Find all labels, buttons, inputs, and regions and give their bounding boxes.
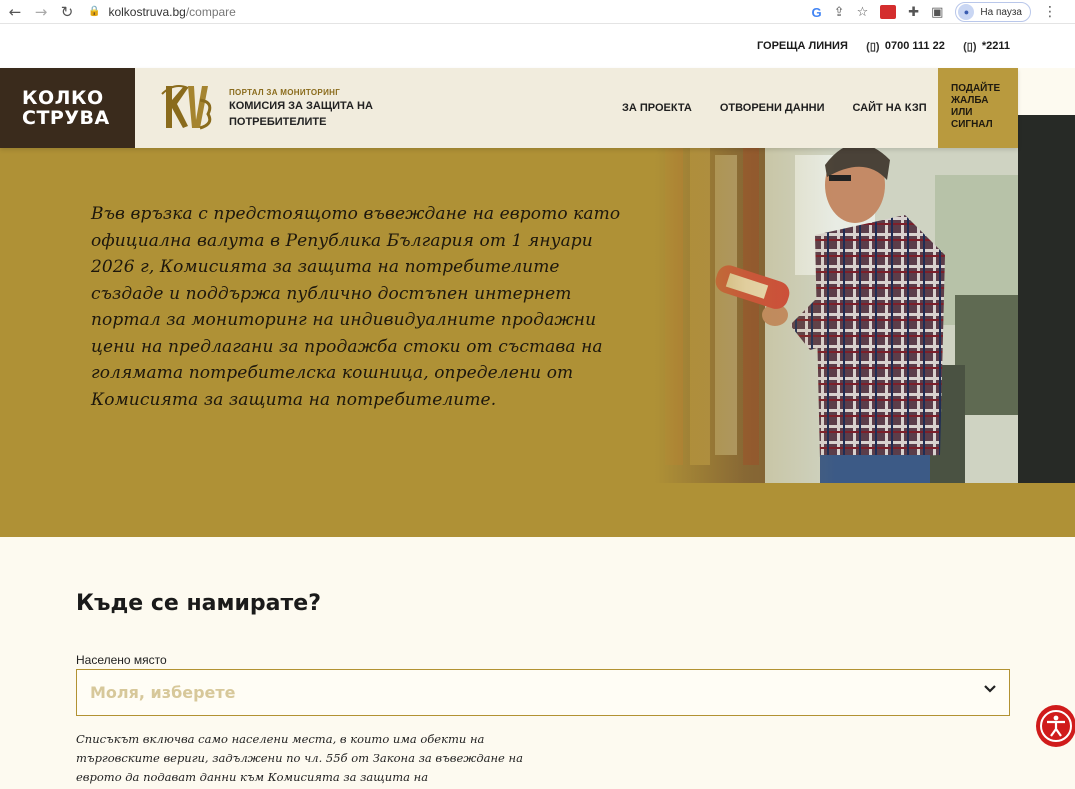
logo-line-1: КОЛКО xyxy=(22,87,104,109)
hero-description: Във връзка с предстоящото въвеждане на е… xyxy=(91,204,621,410)
lock-icon: 🔒 xyxy=(88,6,101,17)
profile-avatar-icon: ● xyxy=(958,4,975,20)
site-header: КОЛКО СТРУВА ПОРТАЛ ЗА МОНИТОРИНГ КОМИСИ… xyxy=(0,68,1018,148)
location-title: Къде се намирате? xyxy=(76,591,321,616)
phone-vibrate-icon: (▯) xyxy=(963,40,977,53)
hotline-phone-2[interactable]: (▯) *2211 xyxy=(963,40,1010,53)
url-path: /compare xyxy=(185,4,236,19)
portal-subtitle: ПОРТАЛ ЗА МОНИТОРИНГ xyxy=(229,88,341,97)
city-list-note: Списъкът включва само населени места, в … xyxy=(76,732,523,784)
address-bar[interactable]: 🔒 kolkostruva.bg /compare xyxy=(88,5,236,19)
reload-icon[interactable]: ↻ xyxy=(56,1,78,23)
forward-arrow-icon[interactable]: → xyxy=(30,1,52,23)
kzp-emblem-icon[interactable] xyxy=(160,80,216,134)
city-select-placeholder: Моля, изберете xyxy=(90,683,236,702)
google-icon[interactable]: G xyxy=(812,5,822,20)
nav-item-about[interactable]: ЗА ПРОЕКТА xyxy=(622,102,692,114)
commission-name-line-2: ПОТРЕБИТЕЛИТЕ xyxy=(229,116,327,128)
profile-label: На пауза xyxy=(980,6,1022,18)
submit-complaint-button[interactable]: ПОДАЙТЕ ЖАЛБА ИЛИ СИГНАЛ xyxy=(938,68,1018,148)
menu-dots-icon[interactable]: ⋮ xyxy=(1043,4,1057,20)
kolko-struva-logo[interactable]: КОЛКО СТРУВА xyxy=(0,68,135,148)
hotline-label: ГОРЕЩА ЛИНИЯ xyxy=(756,40,848,52)
phone-vibrate-icon: (▯) xyxy=(866,40,880,53)
complaint-line-3: ИЛИ xyxy=(951,107,973,118)
main-nav: ЗА ПРОЕКТА ОТВОРЕНИ ДАННИ САЙТ НА КЗП xyxy=(622,68,927,148)
accessibility-button[interactable] xyxy=(1036,705,1075,747)
star-icon[interactable]: ☆ xyxy=(857,5,869,20)
kzp-title[interactable]: ПОРТАЛ ЗА МОНИТОРИНГ КОМИСИЯ ЗА ЗАЩИТА Н… xyxy=(229,88,373,129)
nav-item-kzp-site[interactable]: САЙТ НА КЗП xyxy=(853,102,927,114)
city-select[interactable]: Моля, изберете xyxy=(76,669,1010,716)
complaint-line-4: СИГНАЛ xyxy=(951,119,993,130)
browser-actions: G ⇪ ☆ ✚ ▣ ● На пауза ⋮ xyxy=(812,0,1075,24)
url-domain: kolkostruva.bg xyxy=(108,4,186,19)
hotline-bar: ГОРЕЩА ЛИНИЯ (▯) 0700 111 22 (▯) *2211 xyxy=(0,24,1075,68)
hotline-phone-1-number: 0700 111 22 xyxy=(884,40,945,52)
extensions-puzzle-icon[interactable]: ✚ xyxy=(908,5,919,20)
complaint-line-1: ПОДАЙТЕ xyxy=(951,83,1001,94)
hotline-phone-1[interactable]: (▯) 0700 111 22 xyxy=(866,40,945,53)
complaint-line-2: ЖАЛБА xyxy=(951,95,989,106)
nav-item-open-data[interactable]: ОТВОРЕНИ ДАННИ xyxy=(720,102,825,114)
accessibility-icon xyxy=(1040,710,1072,742)
side-panel-icon[interactable]: ▣ xyxy=(931,5,943,20)
back-arrow-icon[interactable]: ← xyxy=(4,1,26,23)
profile-button[interactable]: ● На пауза xyxy=(955,2,1031,22)
chevron-down-icon xyxy=(983,682,997,700)
pdf-extension-icon[interactable] xyxy=(880,5,897,19)
hotline-phone-2-number: *2211 xyxy=(981,40,1010,52)
share-icon[interactable]: ⇪ xyxy=(834,5,845,20)
logo-line-2: СТРУВА xyxy=(22,107,110,129)
city-field-label: Населено място xyxy=(76,653,167,667)
commission-name-line-1: КОМИСИЯ ЗА ЗАЩИТА НА xyxy=(229,100,373,112)
hero-photo-edge xyxy=(1018,115,1075,483)
hero-photo xyxy=(655,115,1018,483)
browser-toolbar: ← → ↻ 🔒 kolkostruva.bg /compare G ⇪ ☆ ✚ … xyxy=(0,0,1075,24)
